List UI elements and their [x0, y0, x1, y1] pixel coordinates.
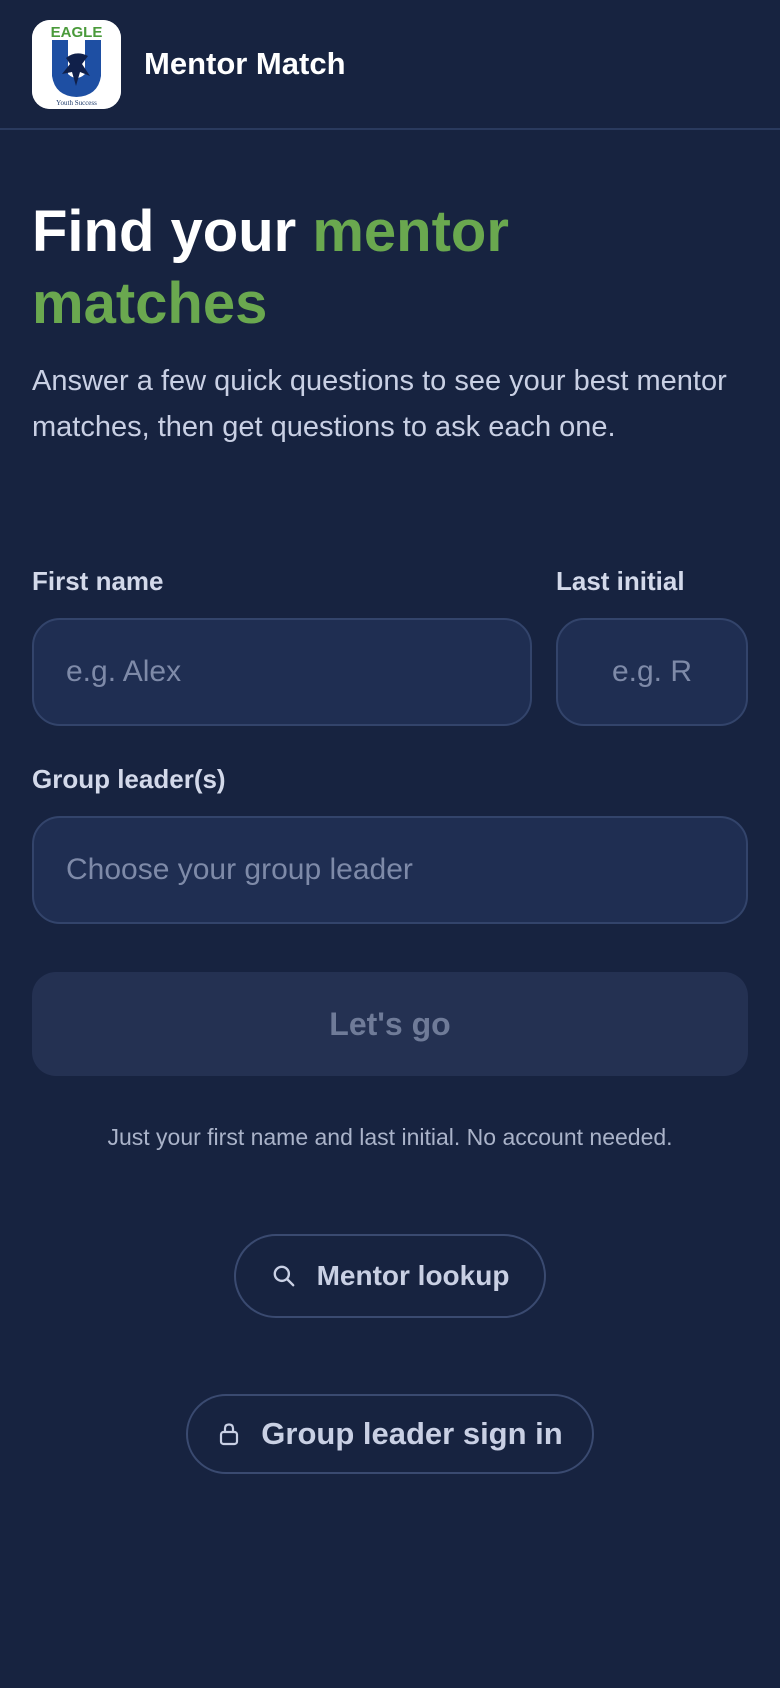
group-leader-placeholder: Choose your group leader: [66, 853, 413, 886]
last-initial-label: Last initial: [556, 566, 685, 596]
logo-bottom-text: Youth Success: [56, 99, 97, 107]
lets-go-button[interactable]: Let's go: [32, 972, 748, 1076]
mentor-lookup-label: Mentor lookup: [316, 1260, 510, 1291]
form-note: Just your first name and last initial. N…: [107, 1124, 673, 1150]
hero-title-part1: Find your: [32, 199, 313, 264]
last-initial-field: [556, 618, 748, 726]
lets-go-label: Let's go: [329, 1005, 451, 1042]
first-name-label: First name: [32, 566, 164, 596]
mentor-lookup-button[interactable]: Mentor lookup: [234, 1234, 546, 1318]
first-name-field: [32, 618, 532, 726]
app-title: Mentor Match: [144, 46, 346, 81]
lock-icon: [220, 1423, 239, 1446]
group-leader-label: Group leader(s): [32, 764, 226, 794]
eagle-u-logo: EAGLE Youth Success: [32, 20, 121, 109]
logo-top-text: EAGLE: [51, 24, 103, 41]
last-initial-input[interactable]: [558, 620, 746, 724]
app-header: EAGLE Youth Success Mentor Match: [0, 0, 780, 130]
hero-subtitle: Answer a few quick questions to see your…: [32, 365, 727, 443]
hero-title: Find your mentor matches: [32, 196, 752, 340]
group-leader-signin-button[interactable]: Group leader sign in: [186, 1394, 594, 1474]
first-name-input[interactable]: [34, 620, 530, 724]
group-leader-signin-label: Group leader sign in: [261, 1416, 563, 1451]
group-leader-select[interactable]: Choose your group leader: [32, 816, 748, 924]
search-icon: [273, 1265, 294, 1287]
